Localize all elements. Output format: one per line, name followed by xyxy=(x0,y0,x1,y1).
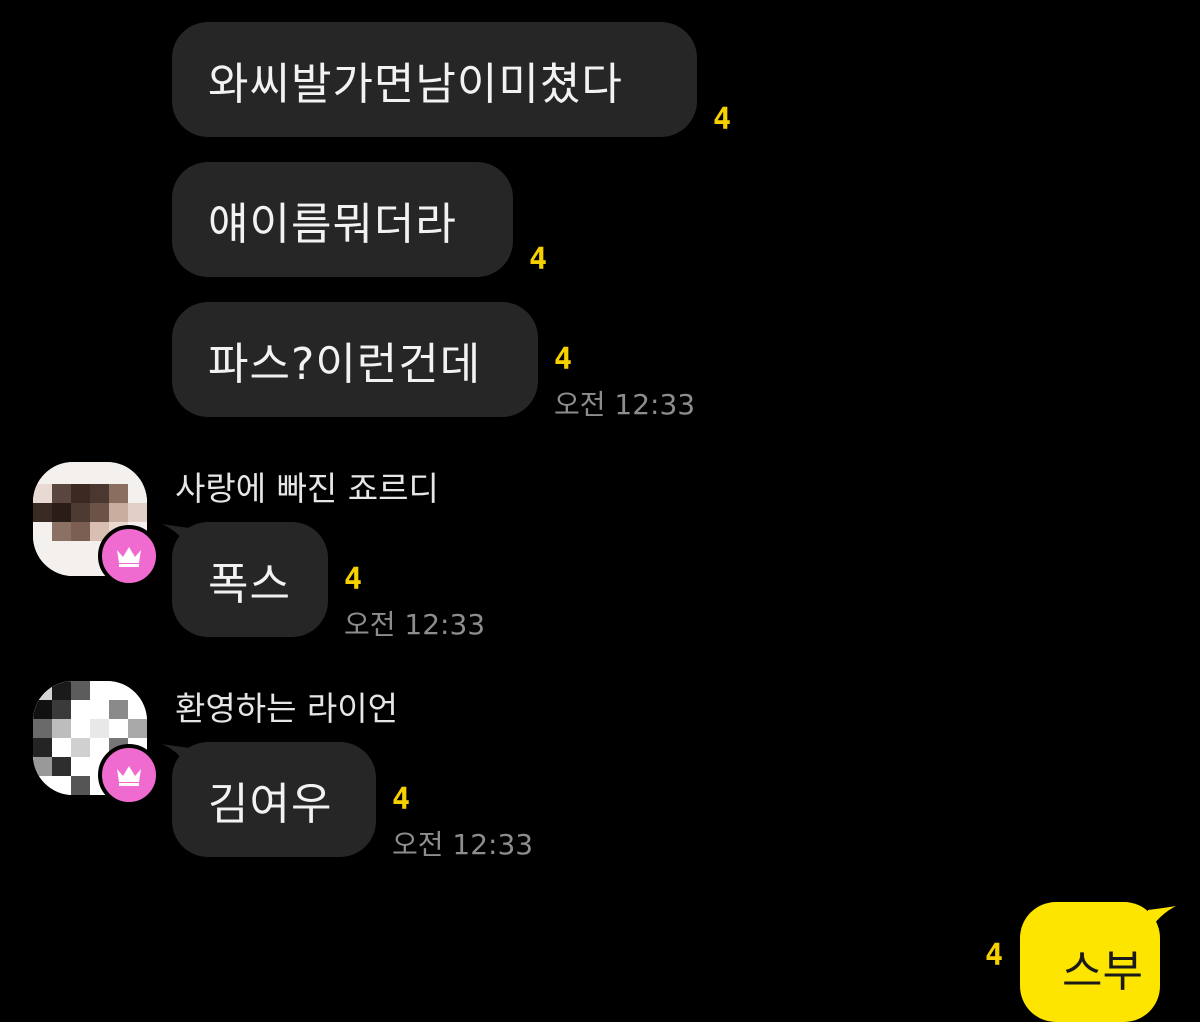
message-text: 파스?이런건데 xyxy=(208,338,482,390)
message-bubble[interactable]: 얘이름뭐더라 xyxy=(172,162,513,277)
message-bubble[interactable]: 김여우 xyxy=(172,742,376,857)
message-time: 오전 12:33 xyxy=(554,388,696,421)
crown-badge xyxy=(98,525,160,587)
unread-count: 4 xyxy=(344,562,363,597)
message-text: 김여우 xyxy=(208,778,333,830)
crown-badge xyxy=(98,744,160,806)
crown-icon xyxy=(117,766,141,786)
message-time: 오전 12:33 xyxy=(392,828,534,861)
unread-count: 4 xyxy=(713,102,732,137)
sender-name: 사랑에 빠진 죠르디 xyxy=(175,469,439,508)
message-text: 얘이름뭐더라 xyxy=(208,198,457,250)
crown-icon xyxy=(117,547,141,567)
unread-count: 4 xyxy=(529,242,548,277)
my-message-text: 스부 xyxy=(1062,946,1143,997)
message-text: 와씨발가면남이미쳤다 xyxy=(208,58,623,110)
message-text: 폭스 xyxy=(208,558,291,610)
unread-count: 4 xyxy=(985,938,1004,973)
sender-name: 환영하는 라이언 xyxy=(175,689,399,728)
unread-count: 4 xyxy=(392,782,411,817)
my-bubble-tail xyxy=(1148,906,1176,932)
unread-count: 4 xyxy=(554,342,573,377)
message-bubble[interactable]: 파스?이런건데 xyxy=(172,302,538,417)
message-bubble[interactable]: 와씨발가면남이미쳤다 xyxy=(172,22,697,137)
message-bubble[interactable]: 폭스 xyxy=(172,522,328,637)
message-time: 오전 12:33 xyxy=(344,608,486,641)
